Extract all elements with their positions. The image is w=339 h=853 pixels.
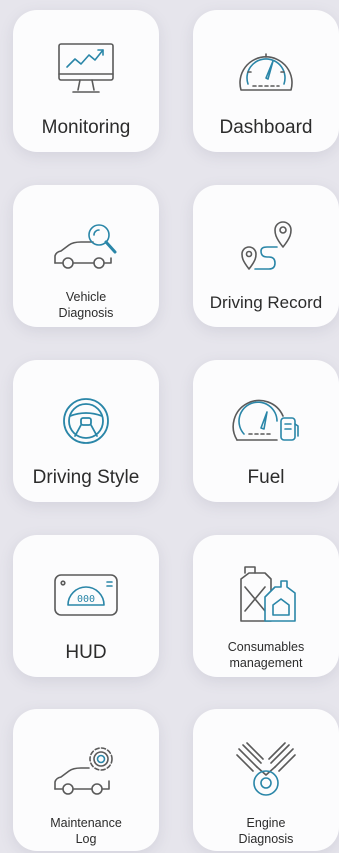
hud-display-icon: 000 [51, 563, 121, 629]
tile-label: Maintenance Log [50, 816, 122, 846]
tile-label: Driving Record [209, 293, 323, 312]
tile-label: Dashboard [219, 117, 313, 138]
tile-label: Monitoring [41, 117, 131, 138]
driving-record-tile[interactable]: Driving Record [193, 185, 339, 327]
hud-tile[interactable]: 000 HUD [13, 535, 159, 677]
monitor-chart-icon [51, 38, 121, 104]
tile-label: Vehicle Diagnosis [58, 290, 114, 320]
tile-label: HUD [65, 642, 107, 663]
engine-icon [231, 737, 301, 803]
tile-label: Engine Diagnosis [238, 816, 294, 846]
feature-grid: Monitoring Dashboard Vehicle Diagnosis D… [0, 0, 339, 853]
dashboard-tile[interactable]: Dashboard [193, 10, 339, 152]
svg-text:000: 000 [77, 594, 95, 605]
vehicle-diagnosis-tile[interactable]: Vehicle Diagnosis [13, 185, 159, 327]
oil-cans-icon [231, 563, 301, 629]
tile-label: Driving Style [32, 467, 140, 488]
tile-label: Consumables management [227, 640, 305, 670]
speedometer-icon [231, 38, 301, 104]
consumables-management-tile[interactable]: Consumables management [193, 535, 339, 677]
car-magnifier-icon [51, 213, 121, 279]
steering-wheel-icon [51, 388, 121, 454]
driving-style-tile[interactable]: Driving Style [13, 360, 159, 502]
gauge-fuel-pump-icon [231, 388, 301, 454]
tile-label: Fuel [247, 467, 285, 488]
monitoring-tile[interactable]: Monitoring [13, 10, 159, 152]
maintenance-log-tile[interactable]: Maintenance Log [13, 709, 159, 851]
engine-diagnosis-tile[interactable]: Engine Diagnosis [193, 709, 339, 851]
car-gear-icon [51, 737, 121, 803]
route-pins-icon [231, 213, 301, 279]
fuel-tile[interactable]: Fuel [193, 360, 339, 502]
